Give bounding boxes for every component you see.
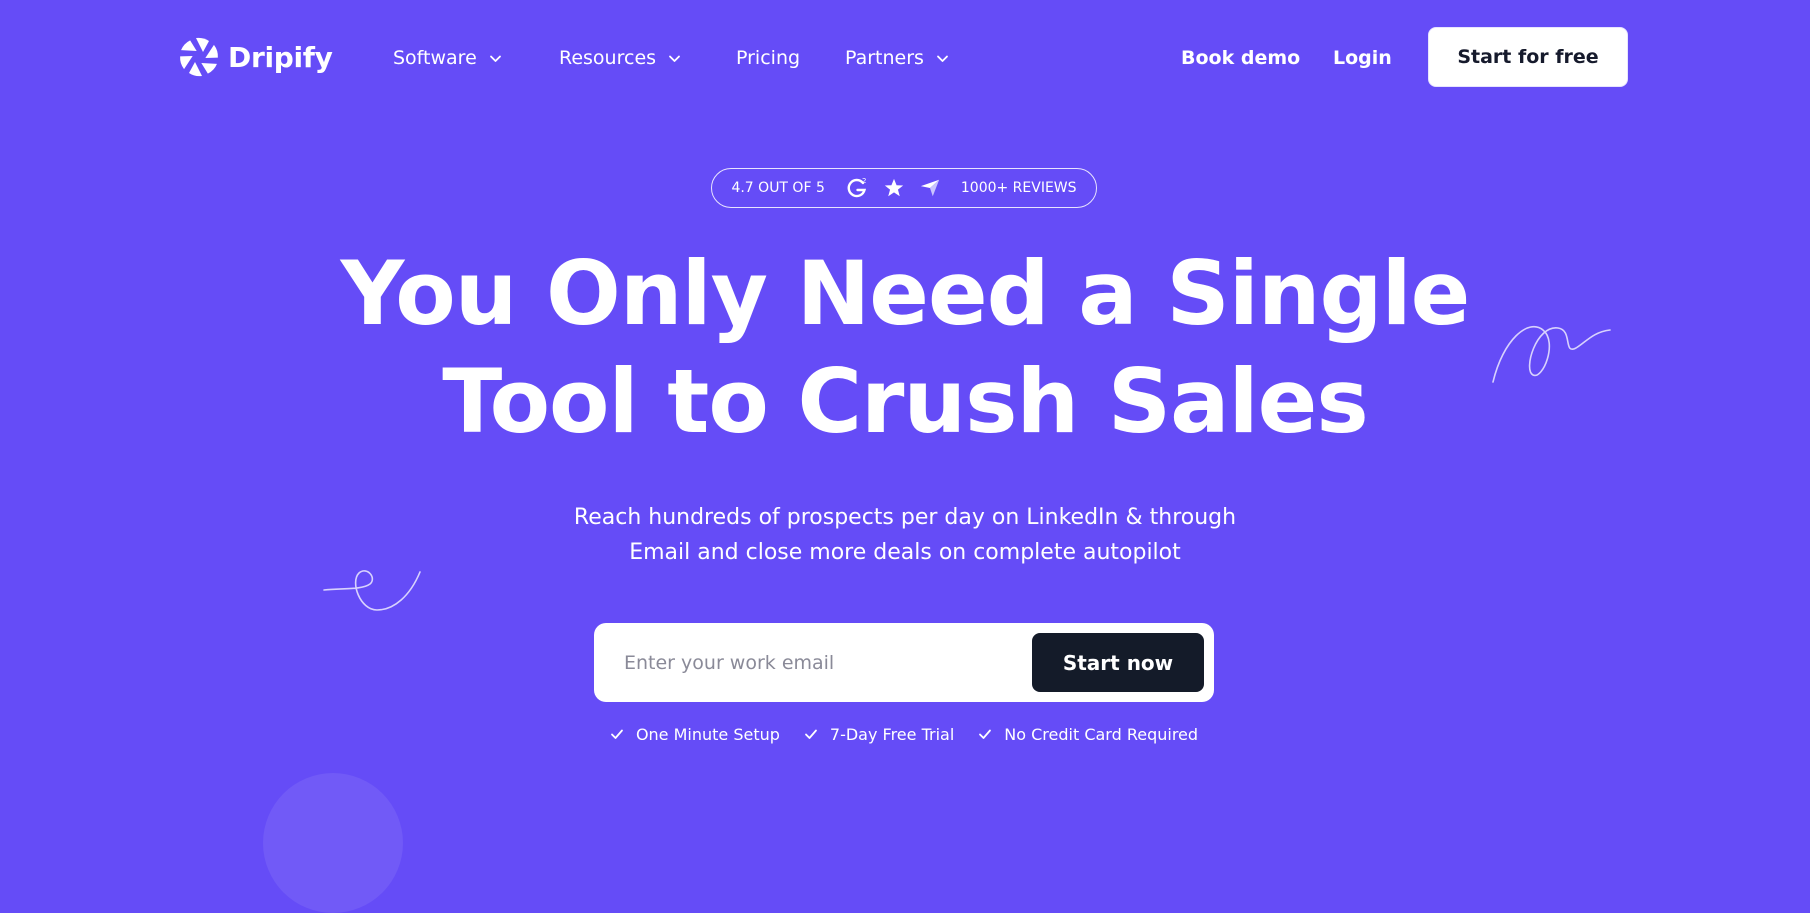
check-icon — [978, 727, 992, 741]
start-for-free-button[interactable]: Start for free — [1428, 27, 1628, 87]
benefit-label: 7-Day Free Trial — [829, 724, 955, 744]
nav-item-label: Partners — [845, 47, 924, 69]
nav-item-resources[interactable]: Resources — [559, 43, 681, 73]
chevron-down-icon — [668, 52, 681, 65]
email-field[interactable] — [610, 635, 1018, 690]
check-icon — [610, 727, 624, 741]
top-navigation: Dripify Software Resources Pricing Partn… — [0, 0, 1810, 115]
chevron-down-icon — [489, 52, 502, 65]
benefits-list: One Minute Setup 7-Day Free Trial No Cre… — [594, 722, 1214, 746]
rating-score: 4.7 OUT OF 5 — [731, 180, 825, 196]
benefit-item: One Minute Setup — [610, 725, 780, 744]
signup-form: Start now — [594, 623, 1214, 702]
reviews-count: 1000+ REVIEWS — [960, 180, 1077, 196]
brand-name: Dripify — [228, 40, 333, 74]
benefit-item: 7-Day Free Trial — [804, 725, 954, 744]
subheadline-line: Email and close more deals on complete a… — [629, 540, 1181, 565]
book-demo-link[interactable]: Book demo — [1181, 43, 1300, 73]
benefit-item: No Credit Card Required — [978, 725, 1198, 744]
start-now-button[interactable]: Start now — [1032, 633, 1204, 692]
rating-badge: 4.7 OUT OF 5 2 1000+ REVIEWS — [711, 168, 1097, 208]
login-link[interactable]: Login — [1333, 43, 1392, 73]
chevron-down-icon — [936, 52, 949, 65]
subheadline-line: Reach hundreds of prospects per day on L… — [573, 505, 1237, 530]
nav-item-software[interactable]: Software — [393, 43, 502, 73]
check-icon — [804, 727, 818, 741]
capterra-icon — [919, 177, 941, 199]
nav-item-label: Pricing — [736, 47, 801, 69]
nav-item-partners[interactable]: Partners — [845, 43, 949, 73]
nav-item-label: Resources — [559, 47, 657, 69]
nav-item-pricing[interactable]: Pricing — [736, 43, 800, 73]
benefit-label: One Minute Setup — [635, 724, 780, 744]
brand-logo[interactable]: Dripify — [178, 36, 333, 78]
star-icon — [883, 177, 905, 199]
squiggle-decoration-icon — [1492, 325, 1611, 383]
benefit-label: No Credit Card Required — [1004, 724, 1199, 744]
nav-item-label: Software — [393, 47, 477, 69]
g2-icon: 2 — [845, 176, 869, 200]
svg-text:2: 2 — [862, 177, 866, 185]
curl-decoration-icon — [323, 570, 421, 611]
aperture-logo-icon — [178, 36, 220, 78]
hero-subheadline: Reach hundreds of prospects per day on L… — [0, 500, 1810, 570]
background-circle-decoration — [263, 773, 403, 913]
